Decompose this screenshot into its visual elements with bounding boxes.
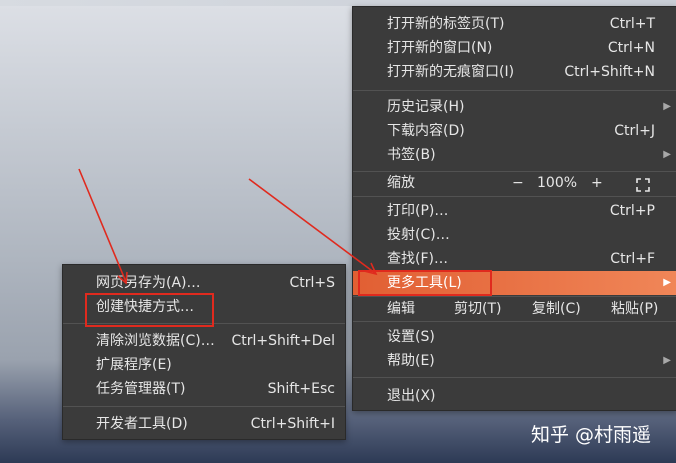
annotation-arrow-2 [248, 178, 376, 274]
annotation-arrows [78, 168, 378, 285]
watermark-text: 知乎 @村雨遥 [531, 424, 652, 446]
annotation-arrow-1 [78, 168, 127, 283]
